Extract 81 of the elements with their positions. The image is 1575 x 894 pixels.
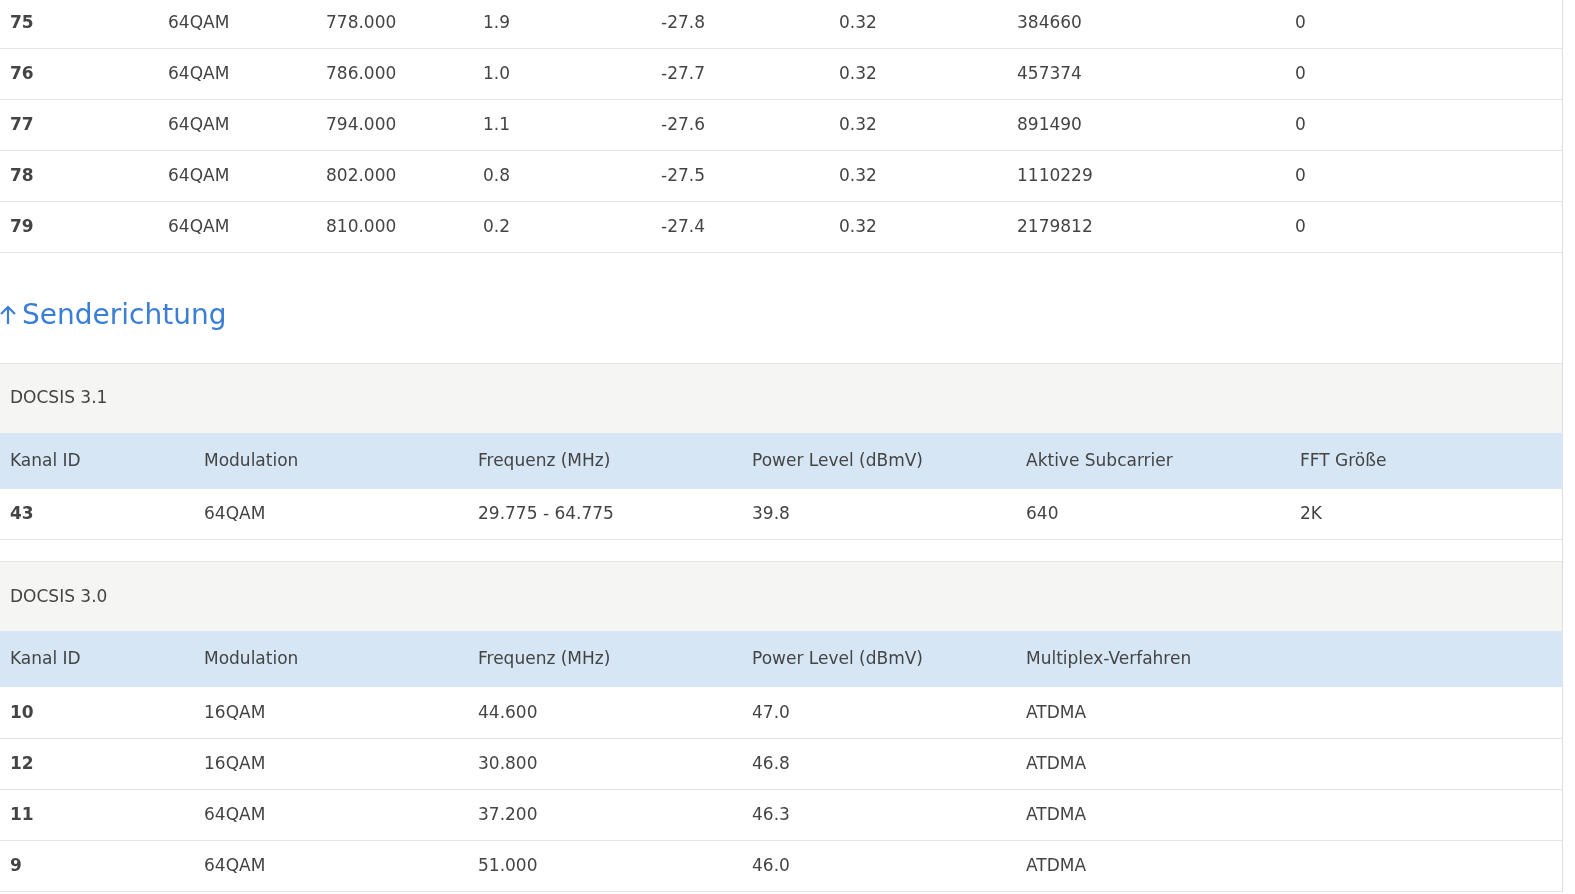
table-cell: ATDMA	[1016, 738, 1290, 789]
table-cell: 9	[0, 840, 194, 891]
table-cell: 64QAM	[194, 840, 468, 891]
table-cell: 0.32	[829, 0, 1007, 48]
table-cell: 47.0	[742, 687, 1016, 738]
table-cell: 640	[1016, 488, 1290, 540]
table-cell: 0	[1285, 150, 1563, 201]
section-heading: Senderichtung	[22, 296, 227, 333]
column-header: Power Level (dBmV)	[742, 631, 1016, 687]
table-cell: 64QAM	[194, 488, 468, 540]
table-cell: ATDMA	[1016, 840, 1290, 891]
column-header: Kanal ID	[0, 432, 194, 489]
table-cell: 2K	[1290, 488, 1563, 540]
column-header: Power Level (dBmV)	[742, 432, 1016, 489]
table-cell: 0	[1285, 0, 1563, 48]
table-cell: 0	[1285, 201, 1563, 252]
table-cell: 44.600	[468, 687, 742, 738]
table-cell: 16QAM	[194, 687, 468, 738]
table-cell: 64QAM	[158, 201, 316, 252]
table-cell: 64QAM	[158, 150, 316, 201]
table-cell: 891490	[1007, 99, 1285, 150]
table-cell: -27.7	[651, 48, 829, 99]
table-cell: 79	[0, 201, 158, 252]
column-header: Aktive Subcarrier	[1016, 432, 1290, 489]
table-cell: 1.9	[473, 0, 651, 48]
table-cell: 46.3	[742, 789, 1016, 840]
table-cell: 75	[0, 0, 158, 48]
table-cell: 0.2	[473, 201, 651, 252]
table-cell: ATDMA	[1016, 687, 1290, 738]
table-cell: 46.0	[742, 840, 1016, 891]
column-header: Kanal ID	[0, 631, 194, 687]
column-header: Modulation	[194, 432, 468, 489]
table-cell: 0	[1285, 48, 1563, 99]
table-cell: 786.000	[316, 48, 473, 99]
table-cell: 77	[0, 99, 158, 150]
table-cell: 802.000	[316, 150, 473, 201]
table-cell: 1.0	[473, 48, 651, 99]
table-cell: 1.1	[473, 99, 651, 150]
up-arrow-icon	[0, 304, 16, 325]
table-cell: 64QAM	[158, 99, 316, 150]
table-cell: 30.800	[468, 738, 742, 789]
table-cell: 64QAM	[158, 0, 316, 48]
table-cell: 12	[0, 738, 194, 789]
section-title: DOCSIS 3.1	[10, 386, 108, 410]
table-cell: 10	[0, 687, 194, 738]
table-cell: ATDMA	[1016, 789, 1290, 840]
table-cell: 76	[0, 48, 158, 99]
table-cell: 46.8	[742, 738, 1016, 789]
table-cell: 37.200	[468, 789, 742, 840]
table-cell: 810.000	[316, 201, 473, 252]
column-header: FFT Größe	[1290, 432, 1563, 489]
table-cell: -27.5	[651, 150, 829, 201]
table-cell: 2179812	[1007, 201, 1285, 252]
column-header: Frequenz (MHz)	[468, 631, 742, 687]
table-cell: 794.000	[316, 99, 473, 150]
table-cell: 0	[1285, 99, 1563, 150]
table-cell: 778.000	[316, 0, 473, 48]
column-header: Frequenz (MHz)	[468, 432, 742, 489]
table-cell: 0.32	[829, 150, 1007, 201]
table-cell: -27.4	[651, 201, 829, 252]
table-cell: 0.32	[829, 48, 1007, 99]
table-cell: -27.8	[651, 0, 829, 48]
column-header: Modulation	[194, 631, 468, 687]
column-header: Multiplex-Verfahren	[1016, 631, 1290, 687]
table-cell: 11	[0, 789, 194, 840]
table-cell: 64QAM	[194, 789, 468, 840]
section-title: DOCSIS 3.0	[10, 584, 108, 608]
table-cell: 0.8	[473, 150, 651, 201]
table-cell: 0.32	[829, 99, 1007, 150]
table-cell: 457374	[1007, 48, 1285, 99]
table-cell: 39.8	[742, 488, 1016, 540]
table-cell: 384660	[1007, 0, 1285, 48]
table-cell: 0.32	[829, 201, 1007, 252]
table-cell: 78	[0, 150, 158, 201]
table-cell: 16QAM	[194, 738, 468, 789]
table-cell: 43	[0, 488, 194, 540]
table-cell: 64QAM	[158, 48, 316, 99]
table-cell: 51.000	[468, 840, 742, 891]
table-cell: 1110229	[1007, 150, 1285, 201]
table-cell: 29.775 - 64.775	[468, 488, 742, 540]
table-cell: -27.6	[651, 99, 829, 150]
